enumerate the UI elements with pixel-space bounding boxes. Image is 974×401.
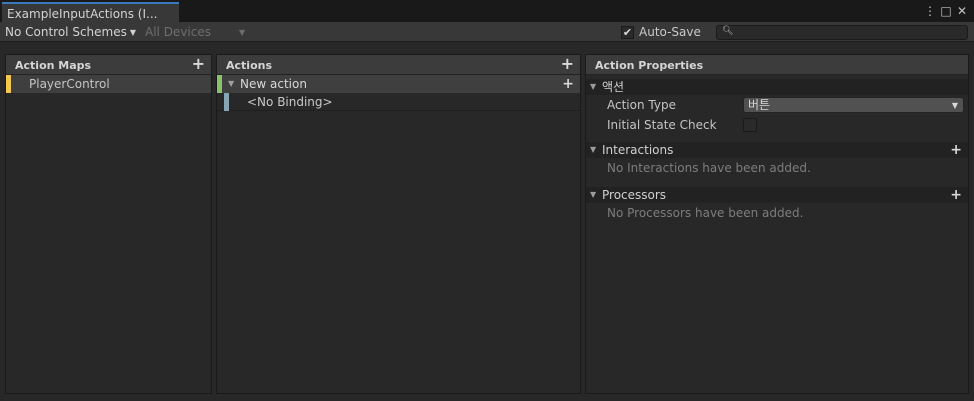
action-color-bar: [217, 75, 222, 93]
add-processor-button[interactable]: +: [950, 187, 962, 203]
input-actions-window: ExampleInputActions (I... ⋮ □ ✕ No Contr…: [0, 0, 974, 401]
action-type-value: 버튼: [748, 98, 771, 112]
chevron-down-icon: ▼: [951, 101, 958, 110]
initial-state-label: Initial State Check: [607, 118, 717, 132]
window-tab[interactable]: ExampleInputActions (I...: [2, 2, 179, 22]
action-item[interactable]: ▼ New action +: [217, 75, 580, 93]
action-maps-panel: Action Maps + PlayerControl: [5, 54, 212, 394]
action-maps-title: Action Maps: [15, 59, 92, 72]
action-section-header[interactable]: ▼ 액션: [586, 79, 968, 95]
action-label: New action: [240, 77, 307, 91]
interactions-title: Interactions: [602, 143, 674, 157]
search-icon: 🔍︎: [722, 26, 734, 36]
initial-state-row: Initial State Check: [586, 115, 968, 135]
action-maps-header: Action Maps +: [6, 55, 211, 75]
action-type-label: Action Type: [607, 98, 676, 112]
processors-empty-text: No Processors have been added.: [607, 206, 804, 220]
action-properties-header: Action Properties: [586, 55, 968, 75]
control-scheme-dropdown[interactable]: No Control Schemes ▼: [5, 23, 136, 41]
toolbar: No Control Schemes ▼ All Devices ▼ ✔ Auto-…: [0, 22, 974, 42]
expand-triangle-icon: ▼: [590, 190, 597, 199]
chevron-down-icon: ▼: [238, 28, 246, 37]
binding-color-bar: [224, 93, 229, 111]
processors-section-header[interactable]: ▼ Processors +: [586, 187, 968, 203]
devices-dropdown[interactable]: All Devices ▼: [145, 23, 245, 41]
devices-label: All Devices: [145, 25, 211, 39]
binding-item[interactable]: <No Binding>: [217, 93, 580, 111]
chevron-down-icon: ▼: [129, 28, 137, 37]
auto-save-label: Auto-Save: [639, 25, 701, 39]
add-action-map-button[interactable]: +: [192, 55, 205, 73]
expand-triangle-icon[interactable]: ▼: [228, 75, 234, 93]
title-bar: ExampleInputActions (I... ⋮ □ ✕: [0, 0, 974, 22]
initial-state-checkbox[interactable]: [743, 118, 757, 132]
menu-icon[interactable]: ⋮: [922, 2, 938, 20]
action-type-dropdown[interactable]: 버튼 ▼: [743, 97, 964, 113]
window-tab-title: ExampleInputActions (I...: [7, 7, 158, 21]
add-interaction-button[interactable]: +: [950, 142, 962, 158]
action-section-title: 액션: [602, 80, 625, 94]
actions-panel: Actions + ▼ New action + <No Binding>: [216, 54, 581, 394]
auto-save-checkbox[interactable]: ✔: [621, 25, 634, 39]
auto-save-toggle[interactable]: ✔ Auto-Save: [621, 24, 701, 40]
expand-triangle-icon: ▼: [590, 145, 597, 154]
action-type-row: Action Type 버튼 ▼: [586, 95, 968, 115]
maximize-icon[interactable]: □: [938, 2, 954, 20]
action-map-label: PlayerControl: [29, 77, 110, 91]
action-map-color-bar: [6, 75, 11, 93]
actions-title: Actions: [226, 59, 272, 72]
binding-label: <No Binding>: [247, 95, 333, 109]
close-icon[interactable]: ✕: [954, 2, 970, 20]
expand-triangle-icon: ▼: [590, 82, 597, 91]
add-action-button[interactable]: +: [561, 55, 574, 73]
action-properties-panel: Action Properties ▼ 액션 Action Type 버튼 ▼ …: [585, 54, 969, 394]
action-map-item[interactable]: PlayerControl: [6, 75, 211, 93]
actions-header: Actions +: [217, 55, 580, 75]
interactions-section-header[interactable]: ▼ Interactions +: [586, 142, 968, 158]
interactions-empty-text: No Interactions have been added.: [607, 161, 811, 175]
action-properties-title: Action Properties: [595, 59, 704, 72]
control-scheme-label: No Control Schemes: [5, 25, 127, 39]
search-input[interactable]: 🔍︎: [716, 25, 968, 40]
add-binding-button[interactable]: +: [562, 75, 574, 93]
processors-title: Processors: [602, 188, 667, 202]
